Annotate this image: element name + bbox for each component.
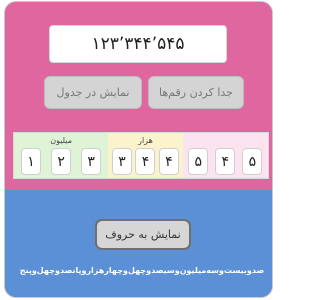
number-display: ۱۲۳٬۳۴۴٬۵۴۵: [49, 25, 227, 63]
units-title: [183, 136, 268, 146]
split-digits-button[interactable]: جدا کردن رقم‌ها: [148, 76, 244, 109]
digit-box: ۴: [158, 148, 179, 175]
show-in-words-button[interactable]: نمایش به حروف: [95, 219, 191, 250]
digit-box: ۵: [188, 148, 209, 175]
thousands-group: هزار ۳ ۴ ۴: [108, 133, 183, 178]
number-in-words: صدوبیست‌وسه‌میلیون‌وسیصدوچهل‌وچهارهزاروپ…: [19, 266, 265, 275]
digit-box: ۲: [51, 148, 72, 175]
digit-box: ۴: [215, 148, 236, 175]
show-in-table-button[interactable]: نمایش در جدول: [44, 76, 142, 109]
number-value: ۱۲۳٬۳۴۴٬۵۴۵: [91, 34, 185, 54]
digit-box: ۴: [135, 148, 156, 175]
units-group: ۵ ۴ ۵: [182, 133, 268, 178]
digit-box: ۳: [111, 148, 132, 175]
digit-groups: میلیون ۱ ۲ ۳ هزار ۳ ۴ ۴ ۵ ۴ ۵: [13, 132, 269, 179]
thousands-title: هزار: [138, 136, 153, 145]
millions-group: میلیون ۱ ۲ ۳: [14, 133, 109, 178]
digit-box: ۳: [81, 148, 102, 175]
digit-box: ۱: [21, 148, 42, 175]
millions-title: میلیون: [50, 136, 73, 145]
digit-box: ۵: [242, 148, 263, 175]
number-converter-card: ۱۲۳٬۳۴۴٬۵۴۵ نمایش در جدول جدا کردن رقم‌ه…: [4, 1, 273, 298]
